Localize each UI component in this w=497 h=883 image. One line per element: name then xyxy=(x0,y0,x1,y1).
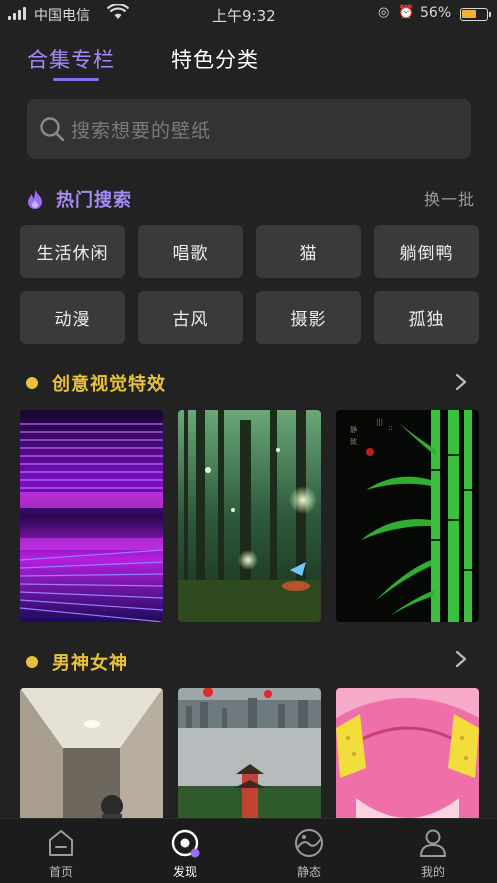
tag-item[interactable]: 孤独 xyxy=(374,291,479,344)
battery-icon xyxy=(460,8,491,21)
section-title: 男神女神 xyxy=(52,653,128,674)
chevron-right-icon[interactable] xyxy=(455,373,467,391)
nav-home-label: 首页 xyxy=(48,865,73,879)
profile-icon xyxy=(420,829,446,857)
signal-icon xyxy=(8,7,26,20)
chevron-right-icon[interactable] xyxy=(455,650,467,668)
nav-home[interactable]: 首页 xyxy=(31,827,91,880)
cartoon-girl-wallpaper xyxy=(336,688,479,818)
fire-icon xyxy=(28,189,42,209)
wallpaper-card[interactable]: 静致 |||:: xyxy=(336,410,479,622)
battery-percent: 56% xyxy=(420,5,452,21)
tab-collections[interactable]: 合集专栏 xyxy=(27,44,115,81)
tag-item[interactable]: 摄影 xyxy=(256,291,361,344)
tab-active-indicator xyxy=(53,78,99,81)
section-header-creative[interactable]: 创意视觉特效 xyxy=(26,370,166,396)
bamboo-wallpaper: 静致 |||:: xyxy=(336,410,479,622)
search-placeholder: 搜索想要的壁纸 xyxy=(71,120,212,142)
section-cards-idols xyxy=(20,688,479,818)
search-icon xyxy=(40,117,65,142)
wallpaper-card[interactable] xyxy=(20,688,163,818)
tag-item[interactable]: 唱歌 xyxy=(138,225,243,278)
section-dot xyxy=(26,656,38,668)
tag-item[interactable]: 生活休闲 xyxy=(20,225,125,278)
nav-profile[interactable]: 我的 xyxy=(403,827,463,880)
rotation-lock-icon: ◎ xyxy=(378,5,390,20)
discover-icon xyxy=(171,829,200,858)
nav-static-label: 静态 xyxy=(296,865,321,879)
bottom-nav: 首页 发现 静态 我的 xyxy=(0,818,497,883)
tag-item[interactable]: 动漫 xyxy=(20,291,125,344)
tab-categories-label: 特色分类 xyxy=(171,48,259,72)
svg-text:静: 静 xyxy=(350,425,357,434)
svg-text:致: 致 xyxy=(350,437,357,446)
nav-discover[interactable]: 发现 xyxy=(155,827,215,880)
wallpaper-card[interactable] xyxy=(20,410,163,622)
wallpaper-card[interactable] xyxy=(178,688,321,818)
nav-profile-label: 我的 xyxy=(420,865,445,879)
home-icon xyxy=(49,830,73,856)
alarm-icon: ⏰ xyxy=(398,5,415,20)
section-title: 创意视觉特效 xyxy=(52,374,166,395)
svg-text:|||: ||| xyxy=(376,418,383,426)
hot-search-tags: 生活休闲 唱歌 猫 躺倒鸭 动漫 古风 摄影 孤独 xyxy=(20,225,479,344)
section-header-idols[interactable]: 男神女神 xyxy=(26,649,128,675)
carrier-label: 中国电信 xyxy=(34,8,90,24)
tab-collections-label: 合集专栏 xyxy=(27,48,115,72)
status-time: 上午9:32 xyxy=(212,7,276,25)
tag-item[interactable]: 古风 xyxy=(138,291,243,344)
refresh-button[interactable]: 换一批 xyxy=(424,186,475,210)
neon-lines-wallpaper xyxy=(20,410,163,622)
tag-item[interactable]: 猫 xyxy=(256,225,361,278)
search-bar[interactable]: 搜索想要的壁纸 xyxy=(27,99,471,159)
svg-text:::: :: xyxy=(388,424,393,432)
section-cards-creative: 静致 |||:: xyxy=(20,410,479,622)
nav-discover-label: 发现 xyxy=(172,865,197,879)
section-dot xyxy=(26,377,38,389)
wallpaper-card[interactable] xyxy=(178,410,321,622)
forest-glow-wallpaper xyxy=(178,410,321,622)
tag-item[interactable]: 躺倒鸭 xyxy=(374,225,479,278)
tab-categories[interactable]: 特色分类 xyxy=(171,44,259,74)
hot-search-title: 热门搜索 xyxy=(56,190,132,211)
wifi-icon xyxy=(107,4,129,19)
wallpaper-card[interactable] xyxy=(336,688,479,818)
nav-static[interactable]: 静态 xyxy=(279,827,339,880)
status-bar: 中国电信 上午9:32 ◎ ⏰ 56% xyxy=(0,0,497,28)
top-tabs: 合集专栏 特色分类 xyxy=(27,44,259,81)
hot-search-header: 热门搜索 xyxy=(26,186,132,212)
hallway-person-wallpaper xyxy=(20,688,163,818)
city-pagoda-wallpaper xyxy=(178,688,321,818)
static-icon xyxy=(295,829,323,857)
